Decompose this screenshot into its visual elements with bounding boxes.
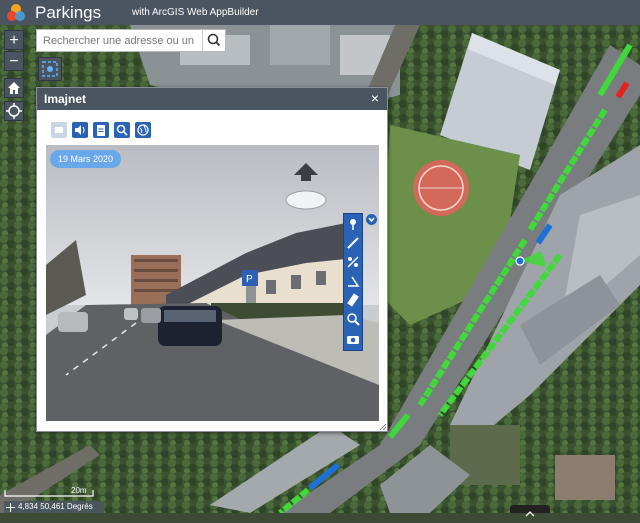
- angle-icon[interactable]: [346, 274, 360, 288]
- search-button[interactable]: [202, 30, 225, 51]
- search-box: [36, 29, 226, 52]
- app-logo-icon: [7, 4, 25, 21]
- imajnet-widget-button[interactable]: [38, 57, 62, 81]
- home-button[interactable]: [4, 78, 24, 98]
- viewer-side-toolbar: [343, 213, 363, 351]
- compass-icon[interactable]: [346, 255, 360, 269]
- scale-label: 20m: [71, 486, 87, 495]
- zoom-out-button[interactable]: −: [4, 51, 24, 71]
- imajnet-icon: [42, 61, 58, 77]
- chevron-up-icon: [525, 511, 535, 517]
- home-icon: [8, 82, 20, 94]
- magnifier-icon[interactable]: [346, 312, 360, 326]
- camera-icon[interactable]: [346, 332, 360, 346]
- measure-icon[interactable]: [346, 236, 360, 250]
- app-subtitle: with ArcGIS Web AppBuilder: [132, 7, 259, 18]
- clipboard-icon[interactable]: [93, 122, 109, 138]
- zoom-in-button[interactable]: +: [4, 30, 24, 50]
- locate-icon: [6, 103, 22, 119]
- panel-header: Imajnet ×: [37, 88, 387, 110]
- scale-bar: 20m: [4, 486, 104, 510]
- search-icon: [207, 33, 221, 47]
- panel-title: Imajnet: [44, 92, 87, 106]
- zoom-search-icon[interactable]: [114, 122, 130, 138]
- search-input[interactable]: [37, 30, 202, 51]
- screen-icon[interactable]: [51, 122, 67, 138]
- resize-handle-icon[interactable]: [380, 424, 386, 430]
- street-photo: P: [46, 145, 379, 421]
- globe-icon[interactable]: [135, 122, 151, 138]
- app-header: Parkings with ArcGIS Web AppBuilder: [0, 0, 640, 25]
- pin-icon[interactable]: [346, 217, 360, 231]
- panel-close-button[interactable]: ×: [371, 91, 379, 106]
- capture-date-badge: 19 Mars 2020: [50, 150, 122, 168]
- street-view-image[interactable]: P 19 Mars 2020: [46, 145, 379, 421]
- app-title: Parkings: [35, 3, 102, 22]
- navigation-arrow-icon[interactable]: [284, 163, 328, 213]
- speaker-icon[interactable]: [72, 122, 88, 138]
- locate-button[interactable]: [4, 101, 24, 121]
- ruler-icon[interactable]: [346, 293, 360, 307]
- chevron-down-icon[interactable]: [366, 214, 377, 225]
- svg-text:P: P: [246, 274, 253, 285]
- imajnet-panel: Imajnet × P 19 Mars 2020: [36, 87, 388, 432]
- attribute-table-toggle[interactable]: [510, 505, 550, 517]
